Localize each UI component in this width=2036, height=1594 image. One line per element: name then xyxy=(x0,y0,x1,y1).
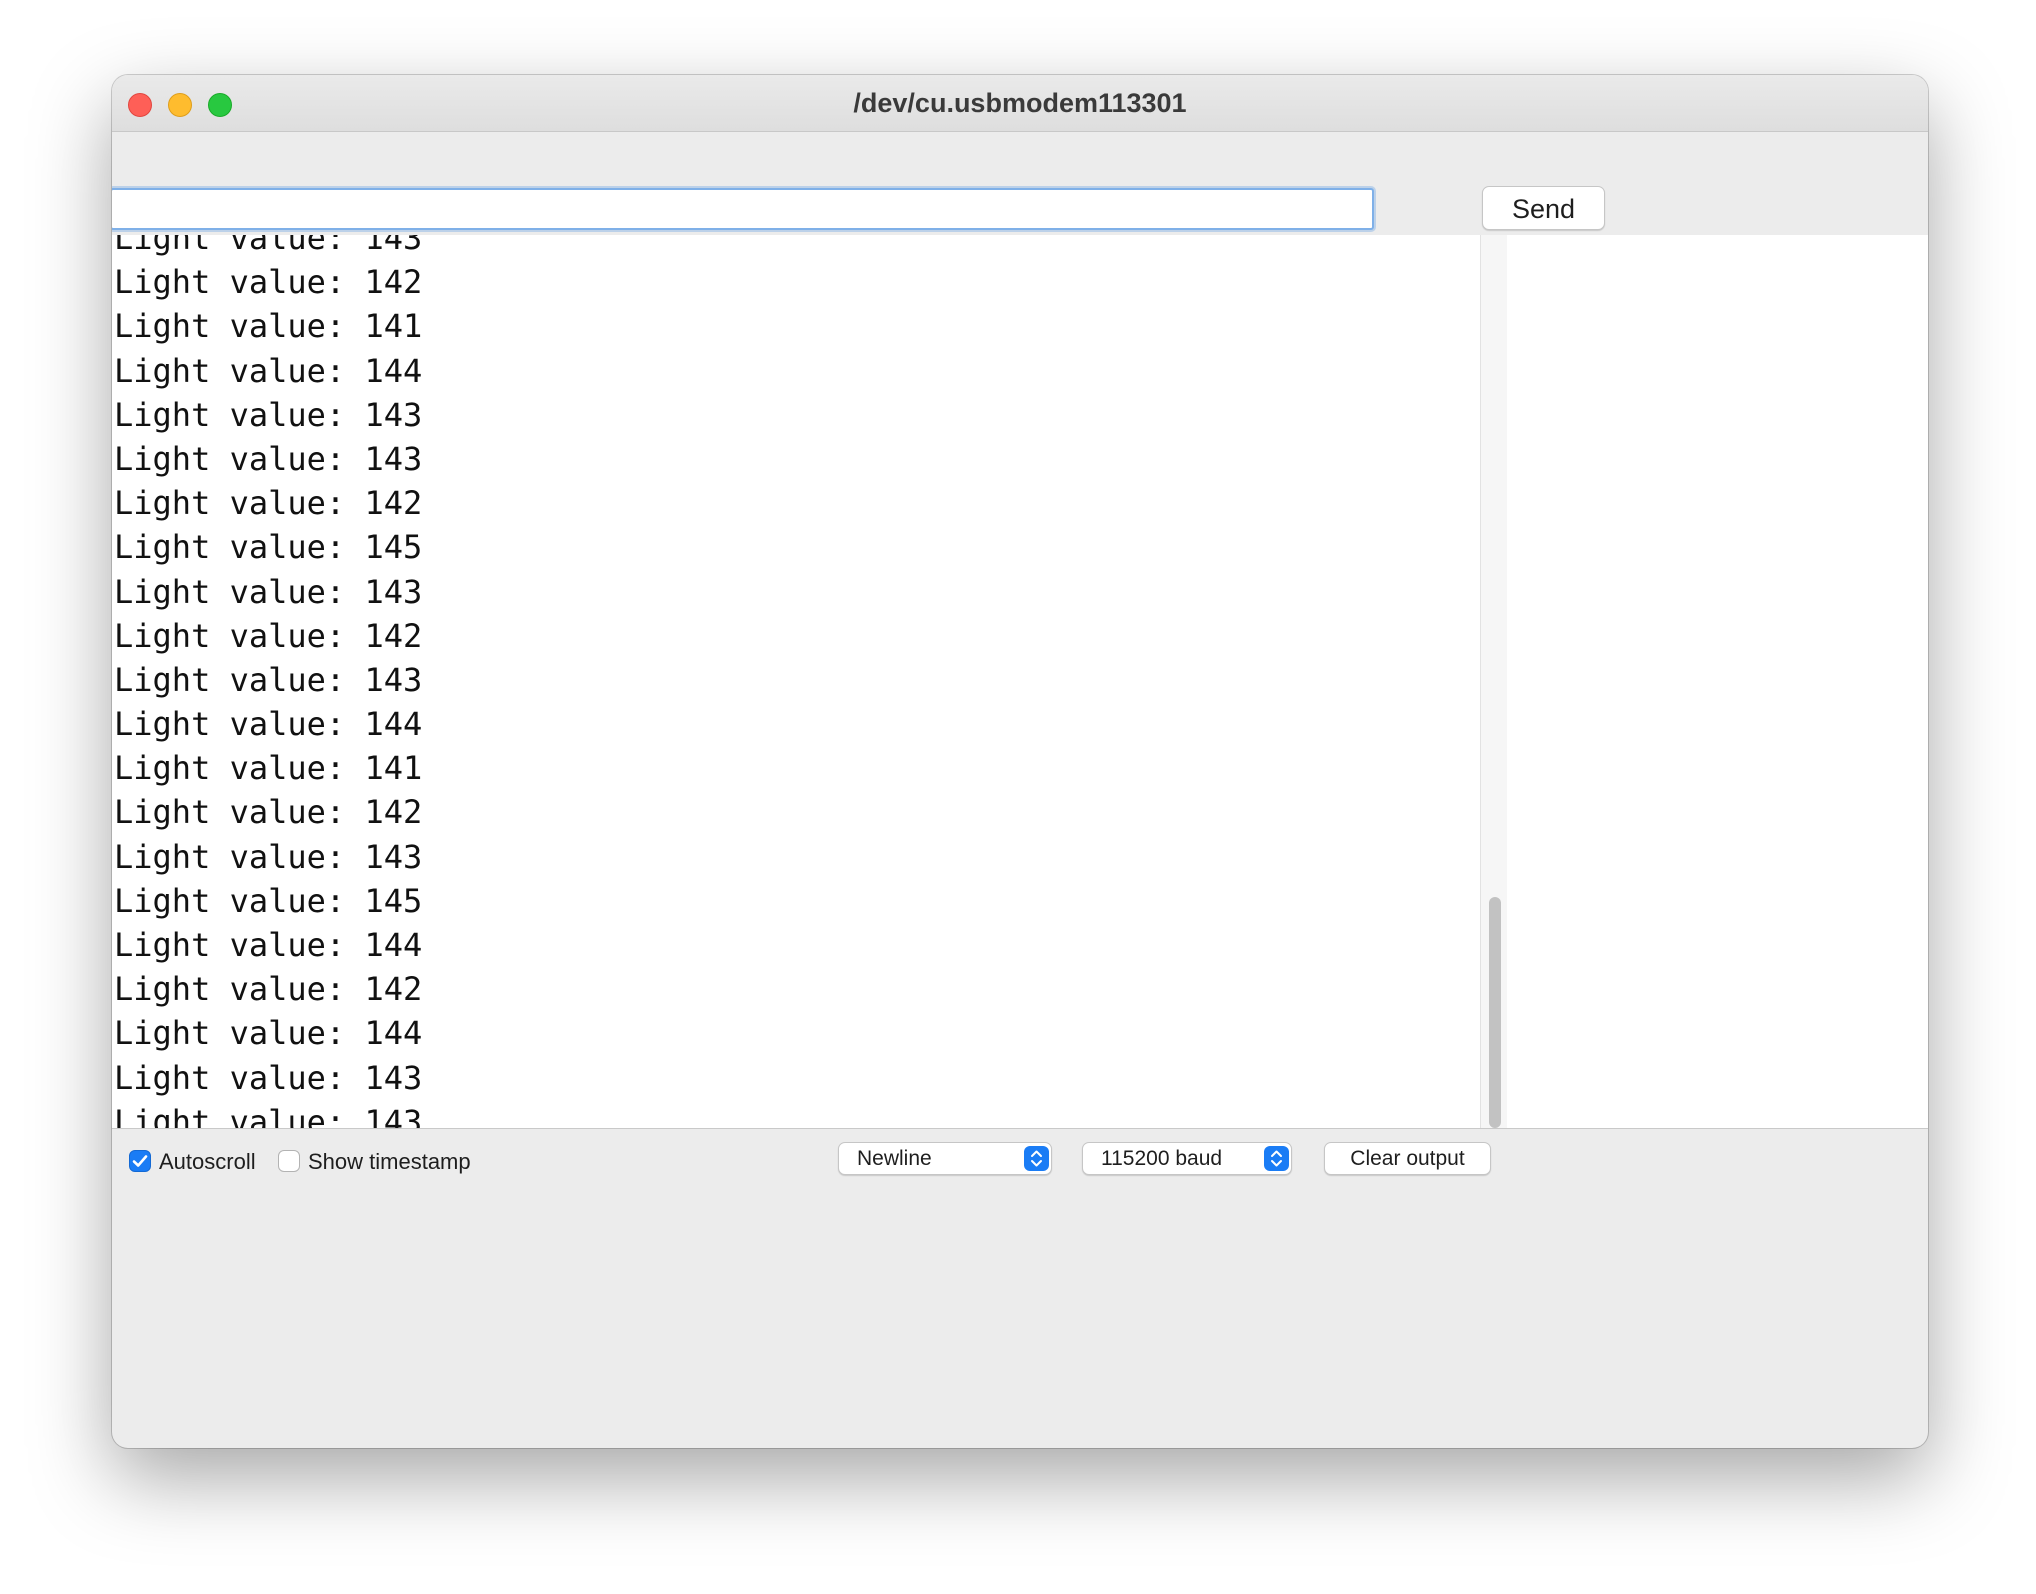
output-line: Light value: 144 xyxy=(114,351,423,390)
output-line: Light value: 143 xyxy=(114,1058,423,1097)
send-button[interactable]: Send xyxy=(1482,186,1605,230)
autoscroll-label[interactable]: Autoscroll xyxy=(159,1146,256,1178)
timestamp-label[interactable]: Show timestamp xyxy=(308,1146,471,1178)
scrollbar-thumb[interactable] xyxy=(1489,897,1501,1128)
output-lines: Light value: 143 Light value: 142 Light va… xyxy=(114,235,422,1128)
output-line: Light value: 141 xyxy=(114,749,423,788)
autoscroll-checkbox[interactable] xyxy=(129,1150,151,1172)
serial-monitor-window: /dev/cu.usbmodem113301 Send Light value:… xyxy=(112,75,1928,1448)
serial-output[interactable]: Light value: 143 Light value: 142 Light va… xyxy=(112,235,1928,1128)
output-line: Light value: 144 xyxy=(114,705,423,744)
chevron-up-down-icon xyxy=(1024,1146,1049,1171)
scrollbar[interactable] xyxy=(1480,235,1507,1128)
footer-bar: Autoscroll Show timestamp Newline 115200… xyxy=(112,1128,1928,1189)
output-line: Light value: 143 xyxy=(114,1102,423,1128)
output-line: Light value: 143 xyxy=(114,660,423,699)
output-line: Light value: 143 xyxy=(114,837,423,876)
output-line: Light value: 143 xyxy=(114,235,423,257)
clear-output-button[interactable]: Clear output xyxy=(1324,1142,1491,1175)
output-line: Light value: 143 xyxy=(114,395,423,434)
checkmark-icon xyxy=(132,1155,148,1167)
timestamp-checkbox[interactable] xyxy=(278,1150,300,1172)
output-line: Light value: 145 xyxy=(114,528,423,567)
line-ending-select[interactable]: Newline xyxy=(838,1142,1052,1175)
output-line: Light value: 142 xyxy=(114,263,423,302)
output-line: Light value: 142 xyxy=(114,970,423,1009)
message-input[interactable] xyxy=(112,188,1374,230)
output-line: Light value: 141 xyxy=(114,307,423,346)
output-line: Light value: 142 xyxy=(114,616,423,655)
baud-rate-select[interactable]: 115200 baud xyxy=(1082,1142,1292,1175)
output-line: Light value: 144 xyxy=(114,926,423,964)
output-line: Light value: 144 xyxy=(114,1014,423,1053)
line-ending-value: Newline xyxy=(857,1147,932,1170)
output-line: Light value: 142 xyxy=(114,484,423,523)
chevron-up-down-icon xyxy=(1264,1146,1289,1171)
output-line: Light value: 143 xyxy=(114,439,423,478)
baud-rate-value: 115200 baud xyxy=(1101,1147,1223,1170)
output-line: Light value: 143 xyxy=(114,572,423,611)
output-line: Light value: 145 xyxy=(114,881,423,920)
output-line: Light value: 142 xyxy=(114,793,423,832)
